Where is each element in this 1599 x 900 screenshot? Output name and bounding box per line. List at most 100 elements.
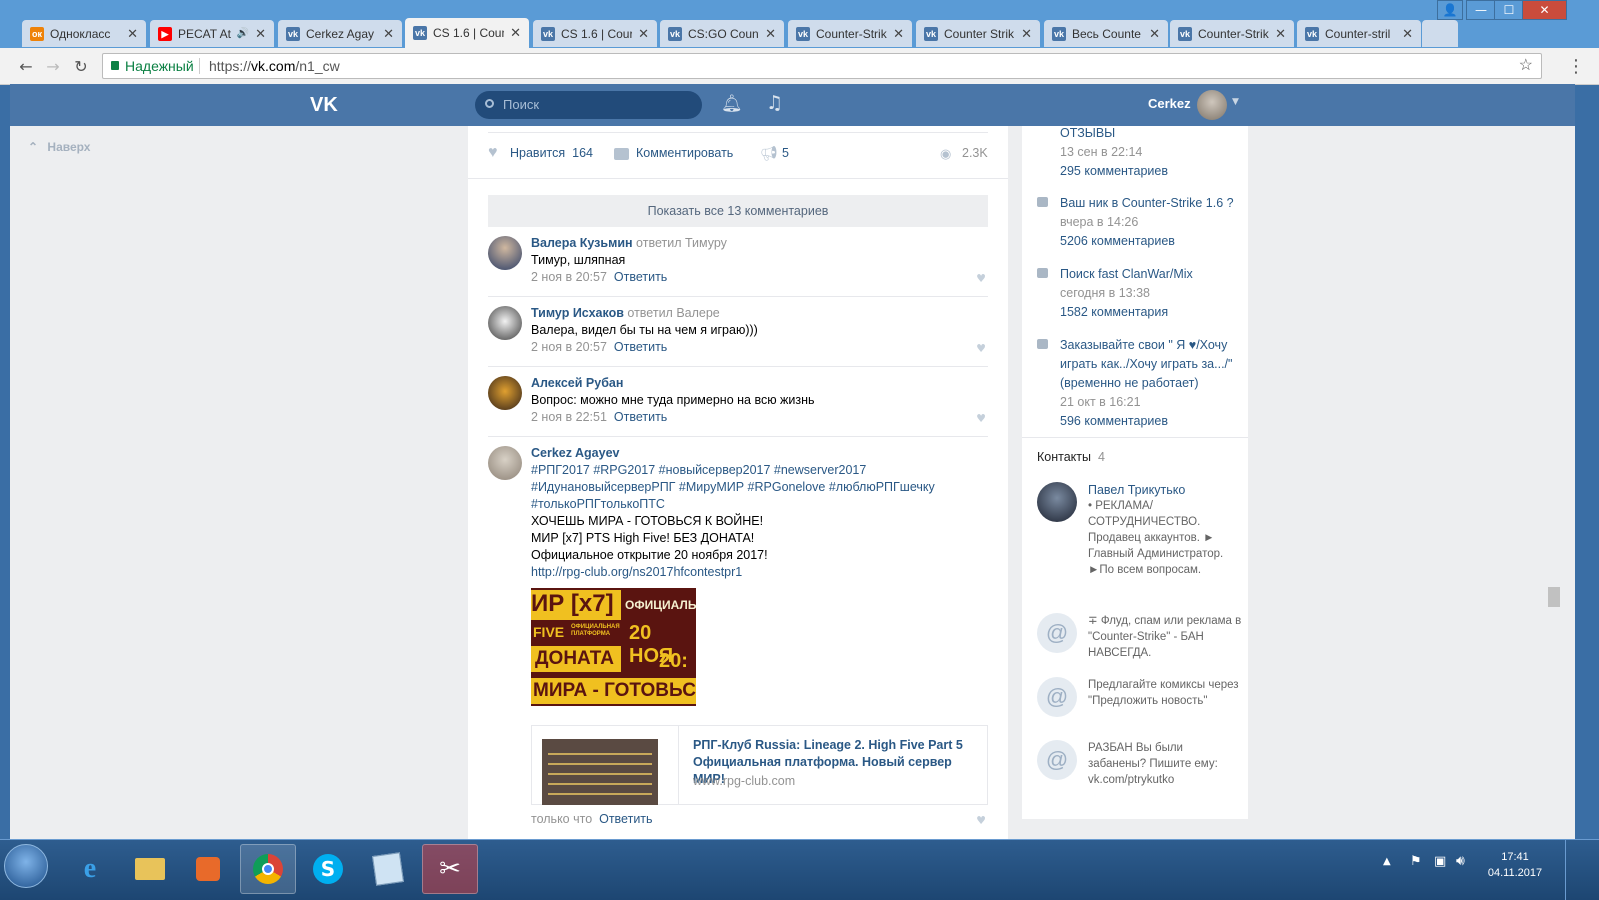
tab-close-icon[interactable]: ✕ [1149,26,1160,42]
browser-tab[interactable]: vk Counter-Strik ✕ [788,20,912,47]
header-username[interactable]: Cerkez [1148,96,1191,111]
comment-like-icon[interactable]: ♥ [976,814,986,827]
topic-title[interactable]: Поиск fast ClanWar/Mix [1060,265,1242,284]
reload-icon[interactable]: ↻ [70,56,92,78]
reply-link[interactable]: Ответить [614,340,667,354]
bookmark-star-icon[interactable]: ☆ [1519,54,1533,78]
tab-close-icon[interactable]: ✕ [383,26,394,42]
topic-comments[interactable]: 596 комментариев [1060,412,1242,431]
close-window-button[interactable]: ✕ [1522,0,1567,20]
hashtags-line[interactable]: #ИдунановыйсерверРПГ #МируМИР #RPGonelov… [531,479,971,496]
show-desktop-button[interactable] [1565,840,1580,900]
heart-icon[interactable]: ♥ [488,144,498,162]
browser-tab[interactable]: vk Весь Counte ✕ [1044,20,1168,47]
browser-tab[interactable]: vk CS 1.6 | Coun ✕ [405,18,529,48]
comment-author[interactable]: Тимур Исхаков [531,306,624,320]
notifications-bell-icon[interactable]: 🔔︎ [721,94,743,114]
browser-tab[interactable]: ▶ PECAT At 🔊 ✕ [150,20,274,47]
vk-logo[interactable]: VK [310,94,338,117]
browser-tab[interactable]: vk Counter-Strik ✕ [1170,20,1294,47]
tab-close-icon[interactable]: ✕ [255,26,266,42]
tray-volume-icon[interactable]: 🔊︎ [1456,853,1465,869]
browser-tab[interactable]: vk Counter Strik ✕ [916,20,1040,47]
topic-comments[interactable]: 5206 комментариев [1060,232,1242,251]
at-sign-icon[interactable]: @ [1037,613,1077,653]
tab-close-icon[interactable]: ✕ [893,26,904,42]
topic-title[interactable]: Ваш ник в Counter-Strike 1.6 ? [1060,194,1242,213]
tab-audio-icon[interactable]: 🔊 [237,28,249,39]
tab-close-icon[interactable]: ✕ [1275,26,1286,42]
comment-like-icon[interactable]: ♥ [976,272,986,285]
tray-action-center-icon[interactable]: ⚑ [1410,854,1422,869]
back-to-top-link[interactable]: ⌃ Наверх [28,140,90,154]
discussion-topic[interactable]: Ваш ник в Counter-Strike 1.6 ? вчера в 14… [1037,194,1242,251]
address-bar[interactable]: Надежный https://vk.com/n1_cw ☆ [102,53,1542,79]
comment-link[interactable]: http://rpg-club.org/ns2017hfcontestpr1 [531,564,971,581]
taskbar-media-icon[interactable] [180,844,236,894]
tab-close-icon[interactable]: ✕ [765,26,776,42]
link-snippet[interactable]: РПГ-Клуб Russia: Lineage 2. High Five Pa… [531,725,988,805]
taskbar-skype-icon[interactable]: S [300,844,356,894]
taskbar-explorer-icon[interactable] [122,844,178,894]
discussion-topic[interactable]: Заказывайте свои " Я ♥/Хочу играть как..… [1037,336,1242,431]
comment-author[interactable]: Cerkez Agayev [531,445,971,462]
like-button[interactable]: Нравится 164 [510,146,593,160]
tab-close-icon[interactable]: ✕ [127,26,138,42]
at-sign-icon[interactable]: @ [1037,740,1077,780]
comment-button[interactable]: Комментировать [636,146,733,160]
discussion-topic[interactable]: Поиск fast ClanWar/Mix сегодня в 13:38 158… [1037,265,1242,322]
reply-link[interactable]: Ответить [599,812,652,826]
taskbar-ie-icon[interactable]: e [62,844,118,894]
promo-banner-image[interactable]: ИР [x7] ОФИЦИАЛЬ FIVE ОФИЦИАЛЬНАЯ ПЛАТФО… [531,588,696,706]
tab-close-icon[interactable]: ✕ [1021,26,1032,42]
topic-title[interactable]: ОТЗЫВЫ [1060,126,1242,143]
comment-like-icon[interactable]: ♥ [976,342,986,355]
contact-item[interactable]: @ Предлагайте комиксы через "Предложить н… [1037,677,1242,717]
contact-avatar[interactable] [1037,482,1077,522]
browser-tab[interactable]: ок Однокласс ✕ [22,20,146,47]
music-icon[interactable]: ♫ [766,92,783,114]
topic-comments[interactable]: 1582 комментария [1060,303,1242,322]
share-count[interactable]: 5 [782,146,789,160]
contact-name[interactable]: Павел Трикутько [1088,482,1242,498]
chevron-down-icon[interactable]: ▼ [1232,97,1239,107]
snippet-domain[interactable]: www.rpg-club.com [693,774,795,788]
user-icon[interactable]: 👤 [1437,0,1463,20]
topic-comments[interactable]: 295 комментариев [1060,162,1242,181]
comment-author[interactable]: Алексей Рубан [531,376,623,390]
browser-tab[interactable]: vk CS 1.6 | Cour ✕ [533,20,657,47]
back-icon[interactable]: ← [15,56,37,78]
minimize-button[interactable]: — [1466,0,1496,20]
taskbar-chrome-icon[interactable] [240,844,296,894]
browser-tab[interactable]: vk CS:GO Count ✕ [660,20,784,47]
forward-icon[interactable]: → [42,56,64,78]
comment-author[interactable]: Валера Кузьмин [531,236,633,250]
scrollbar-thumb[interactable] [1548,587,1560,607]
taskbar-snipping-icon[interactable]: ✂ [422,844,478,894]
at-sign-icon[interactable]: @ [1037,677,1077,717]
comment-reply-to[interactable]: ответил Тимуру [636,236,727,250]
contact-item[interactable]: Павел Трикутько • РЕКЛАМА/ СОТРУДНИЧЕСТВО… [1037,482,1242,578]
contact-item[interactable]: @ ∓ Флуд, спам или реклама в "Counter-Str… [1037,613,1242,661]
contact-item[interactable]: @ РАЗБАН Вы были забанены? Пишите ему: vk… [1037,740,1242,788]
tab-close-icon[interactable]: ✕ [1402,26,1413,42]
browser-tab[interactable]: vk Cerkez Agay ✕ [278,20,402,47]
comment-like-icon[interactable]: ♥ [976,412,986,425]
reply-link[interactable]: Ответить [614,410,667,424]
hashtags-line[interactable]: #толькоРПГтолькоПТС [531,496,971,513]
start-button[interactable] [4,844,48,888]
new-tab-button[interactable] [1422,20,1458,47]
tab-close-icon[interactable]: ✕ [638,26,649,42]
discussion-topic[interactable]: ОТЗЫВЫ 13 сен в 22:14 295 комментариев [1037,126,1242,181]
search-input[interactable]: Поиск [475,91,702,119]
header-avatar[interactable] [1197,90,1227,120]
tab-close-icon[interactable]: ✕ [510,25,521,41]
topic-title[interactable]: Заказывайте свои " Я ♥/Хочу играть как..… [1060,336,1242,393]
comment-reply-to[interactable]: ответил Валере [627,306,719,320]
share-icon[interactable]: 📢︎ [760,145,778,162]
page-scrollbar[interactable] [1546,126,1563,839]
contacts-header[interactable]: Контакты 4 [1037,450,1105,464]
comment-avatar[interactable] [488,306,522,340]
taskbar-notepad-icon[interactable] [360,844,416,894]
comment-avatar[interactable] [488,236,522,270]
